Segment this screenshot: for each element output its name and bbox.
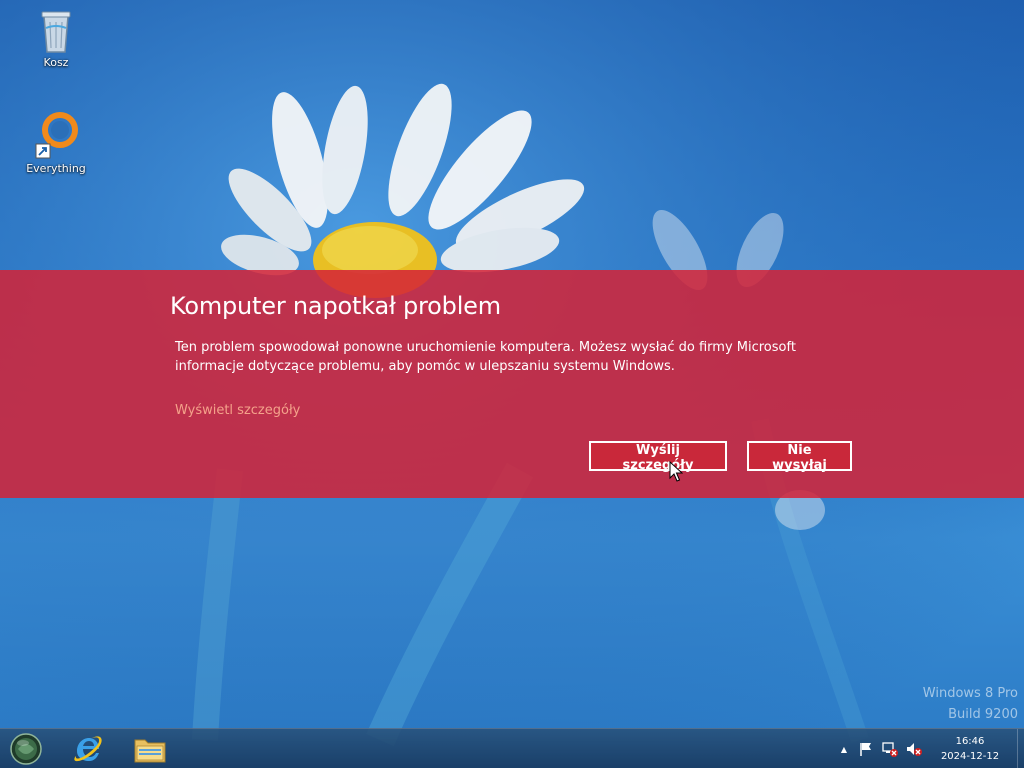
send-details-button[interactable]: Wyślij szczegóły (589, 441, 727, 473)
start-button[interactable] (2, 731, 50, 767)
mouse-cursor-icon (669, 461, 683, 482)
desktop-icon-label: Kosz (43, 56, 69, 69)
volume-muted-icon (907, 743, 922, 756)
watermark-edition: Windows 8 Pro (922, 686, 1018, 701)
taskbar-clock[interactable]: 16:46 2024-12-12 (932, 734, 1008, 764)
dont-send-button[interactable]: Nie wysyłaj (747, 441, 852, 473)
internet-explorer-button[interactable] (64, 731, 112, 767)
internet-explorer-icon (74, 736, 102, 762)
desktop: Kosz Everything Komputer napotkał proble… (0, 0, 1024, 768)
desktop-icon-recycle-bin[interactable]: Kosz (16, 6, 96, 69)
recycle-bin-icon (41, 11, 71, 53)
chevron-up-icon: ▲ (840, 744, 848, 754)
error-dialog: Komputer napotkał problem Ten problem sp… (0, 270, 1024, 498)
desktop-icon-label: Everything (26, 162, 86, 175)
file-explorer-icon (134, 739, 166, 763)
view-details-link[interactable]: Wyświetl szczegóły (175, 403, 300, 418)
action-center-flag-icon (860, 743, 871, 756)
network-disconnected-icon (882, 742, 898, 757)
everything-search-icon (35, 112, 78, 159)
show-desktop-button[interactable] (1017, 729, 1024, 768)
show-hidden-icons-button[interactable]: ▲ (835, 741, 853, 757)
taskbar: ▲ 16:46 2024-12-12 (0, 728, 1024, 768)
action-center-button[interactable] (857, 741, 875, 757)
network-status-button[interactable] (881, 741, 899, 757)
volume-button[interactable] (905, 741, 923, 757)
error-message: Ten problem spowodował ponowne uruchomie… (175, 340, 796, 374)
start-orb-icon (10, 733, 42, 765)
clock-time: 16:46 (955, 736, 985, 747)
file-explorer-button[interactable] (126, 731, 174, 767)
error-title: Komputer napotkał problem (170, 292, 501, 320)
windows-watermark: Windows 8 Pro Build 9200 (923, 683, 1018, 725)
desktop-icon-everything[interactable]: Everything (16, 110, 96, 175)
watermark-build: Build 9200 (948, 707, 1018, 722)
clock-date: 2024-12-12 (940, 751, 1000, 762)
